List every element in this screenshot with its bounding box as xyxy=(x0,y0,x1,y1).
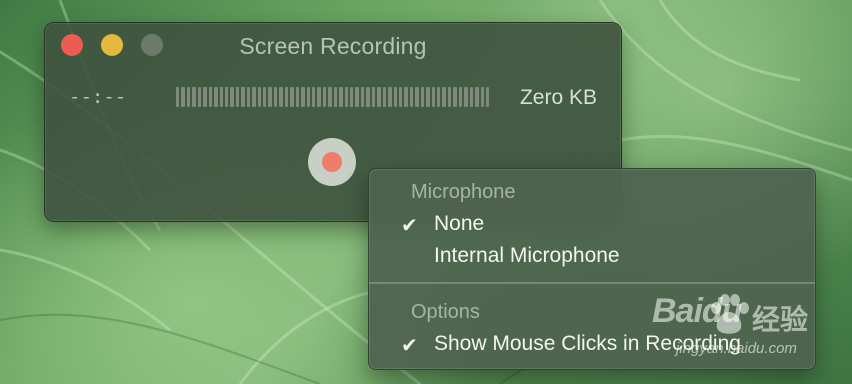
meter-bar xyxy=(322,87,327,107)
checkmark-icon: ✔ xyxy=(401,335,418,357)
meter-bar xyxy=(464,87,468,107)
meter-bar xyxy=(241,87,245,107)
meter-bar xyxy=(437,87,441,107)
meter-bar xyxy=(192,87,196,107)
menu-item-none[interactable]: ✔ None xyxy=(369,210,815,240)
menu-header-microphone: Microphone xyxy=(411,181,516,203)
meter-bar xyxy=(458,87,463,107)
meter-bar xyxy=(415,87,419,107)
meter-bar xyxy=(268,87,272,107)
meter-bar xyxy=(453,87,457,107)
record-button[interactable] xyxy=(308,138,356,186)
meter-bar xyxy=(273,87,278,107)
meter-bar xyxy=(284,87,289,107)
meter-bar xyxy=(290,87,294,107)
watermark-cn-text: 经验 xyxy=(752,304,809,335)
meter-bar xyxy=(317,87,321,107)
meter-bar xyxy=(360,87,365,107)
meter-bar xyxy=(398,87,403,107)
meter-bar xyxy=(485,87,490,107)
meter-bar xyxy=(301,87,305,107)
meter-bar xyxy=(442,87,446,107)
meter-bar xyxy=(328,87,332,107)
meter-bar xyxy=(388,87,392,107)
meter-bar xyxy=(263,87,267,107)
watermark-url: jingyan.baidu.com xyxy=(676,340,797,357)
meter-bar xyxy=(219,87,223,107)
meter-bar xyxy=(295,87,300,107)
meter-bar xyxy=(393,87,397,107)
meter-bar xyxy=(447,87,452,107)
meter-bar xyxy=(214,87,218,107)
meter-bar xyxy=(426,87,430,107)
meter-bar xyxy=(235,87,240,107)
meter-bar xyxy=(230,87,234,107)
menu-item-label: Internal Microphone xyxy=(434,244,620,267)
meter-bar xyxy=(181,87,185,107)
meter-bar xyxy=(469,87,474,107)
meter-bar xyxy=(279,87,283,107)
meter-bar xyxy=(377,87,381,107)
meter-bar xyxy=(480,87,484,107)
meter-bar xyxy=(257,87,261,107)
menu-separator xyxy=(369,282,815,284)
meter-bar xyxy=(344,87,348,107)
audio-level-meter xyxy=(176,87,490,107)
meter-bar xyxy=(350,87,354,107)
meter-bar xyxy=(404,87,408,107)
meter-bar xyxy=(311,87,316,107)
window-title: Screen Recording xyxy=(239,33,427,59)
meter-bar xyxy=(371,87,376,107)
meter-bar xyxy=(409,87,414,107)
meter-bar xyxy=(197,87,202,107)
menu-header-options: Options xyxy=(411,301,480,323)
record-icon xyxy=(322,152,342,172)
elapsed-time: --:-- xyxy=(69,86,127,108)
meter-bar xyxy=(224,87,229,107)
meter-bar xyxy=(176,87,180,107)
meter-bar xyxy=(420,87,425,107)
meter-bar xyxy=(186,87,191,107)
meter-bar xyxy=(355,87,359,107)
meter-bar xyxy=(382,87,387,107)
file-size: Zero KB xyxy=(519,86,597,109)
menu-item-internal-microphone[interactable]: Internal Microphone xyxy=(369,242,815,272)
meter-bar xyxy=(208,87,213,107)
meter-bar xyxy=(333,87,338,107)
menu-item-label: None xyxy=(434,212,485,235)
meter-bar xyxy=(366,87,370,107)
meter-bar xyxy=(339,87,343,107)
meter-bar xyxy=(252,87,256,107)
meter-bar xyxy=(246,87,251,107)
meter-bar xyxy=(306,87,310,107)
meter-bar xyxy=(475,87,479,107)
checkmark-icon: ✔ xyxy=(401,215,418,237)
meter-bar xyxy=(431,87,435,107)
meter-bar xyxy=(203,87,207,107)
baidu-paw-icon xyxy=(711,294,749,334)
